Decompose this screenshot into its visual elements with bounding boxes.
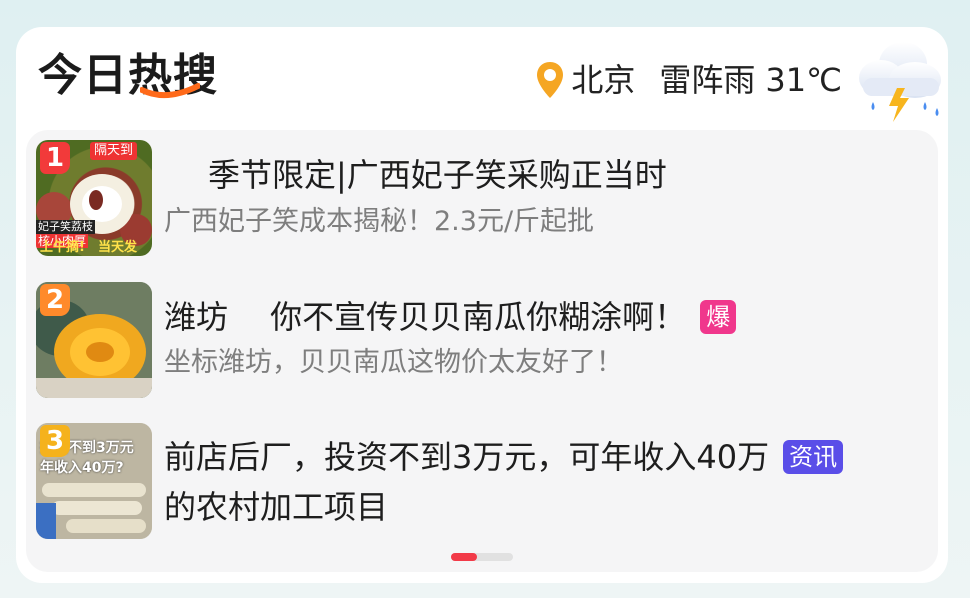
temperature: 31℃ (765, 61, 842, 99)
location-pin-icon (537, 62, 564, 98)
item-subtitle: 广西妃子笑成本揭秘！2.3元/斤起批 (164, 206, 595, 237)
page-indicator (451, 553, 513, 561)
hot-badge: 爆 (700, 300, 737, 334)
location-city: 北京 (571, 61, 636, 99)
item-headline[interactable]: 季节限定|广西妃子笑采购正当时 (208, 154, 667, 196)
item-headline[interactable]: 前店后厂，投资不到3万元，可年收入40万 资讯 (164, 436, 844, 478)
item-subtitle: 坐标潍坊，贝贝南瓜这物价太友好了！ (164, 347, 623, 378)
item-headline[interactable]: 潍坊 你不宣传贝贝南瓜你糊涂啊！爆 (164, 296, 737, 338)
weather-condition: 雷阵雨 (659, 61, 756, 99)
weather-info[interactable]: 北京 雷阵雨 31℃ (535, 58, 842, 102)
rank-badge-2: 2 (40, 284, 70, 316)
rank-badge-1: 1 (40, 142, 70, 174)
page-indicator-active (451, 553, 477, 561)
thunderstorm-cloud-icon (859, 42, 941, 122)
item-headline-continued: 的农村加工项目 (164, 488, 389, 526)
hot-swoosh-icon (140, 83, 200, 99)
card-title: 今日热搜 (38, 50, 218, 101)
rank-badge-3: 3 (40, 425, 70, 457)
news-badge: 资讯 (783, 440, 844, 474)
